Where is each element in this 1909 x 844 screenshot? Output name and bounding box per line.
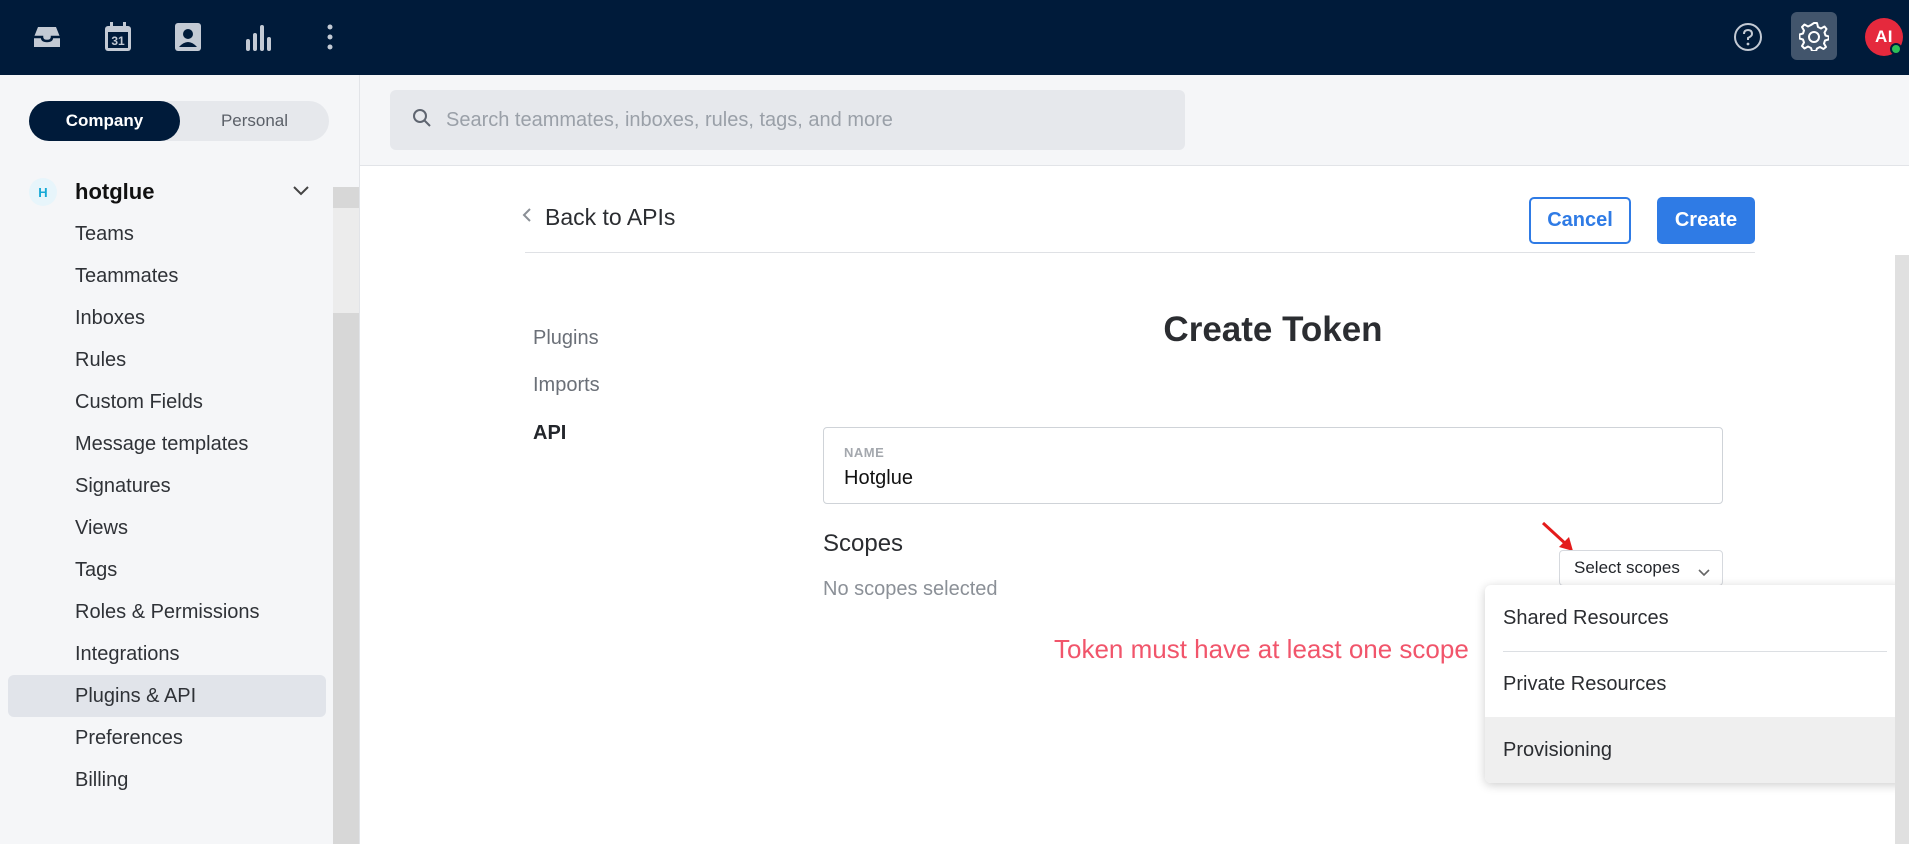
subnav-plugins[interactable]: Plugins (533, 327, 599, 350)
org-name: hotglue (75, 179, 155, 204)
org-badge: H (29, 178, 57, 206)
sidebar-item-rules[interactable]: Rules (8, 339, 326, 381)
help-icon[interactable] (1727, 16, 1769, 58)
back-label: Back to APIs (545, 204, 676, 230)
scope-toggle: Company Personal (29, 101, 329, 141)
back-to-apis-link[interactable]: Back to APIs (522, 204, 675, 231)
settings-icon[interactable] (1791, 12, 1837, 60)
org-header[interactable]: H hotglue (29, 177, 309, 207)
select-scopes-dropdown[interactable]: Select scopes (1559, 550, 1723, 586)
analytics-icon[interactable] (238, 16, 280, 58)
name-field[interactable]: NAME Hotglue (823, 427, 1723, 504)
sidebar-item-message-templates[interactable]: Message templates (8, 423, 326, 465)
name-field-label: NAME (844, 445, 885, 460)
scopes-heading: Scopes (823, 530, 904, 557)
cancel-button[interactable]: Cancel (1529, 197, 1631, 244)
sidebar-item-teammates[interactable]: Teammates (8, 255, 326, 297)
sidebar-item-teams[interactable]: Teams (8, 213, 326, 255)
personal-toggle-button[interactable]: Personal (180, 101, 329, 141)
sidebar-item-roles-permissions[interactable]: Roles & Permissions (8, 591, 326, 633)
sidebar-item-signatures[interactable]: Signatures (8, 465, 326, 507)
search-header (360, 75, 1909, 166)
sidebar-item-billing[interactable]: Billing (8, 759, 326, 801)
sidebar-item-inboxes[interactable]: Inboxes (8, 297, 326, 339)
top-navigation-bar: 31 AI (0, 0, 1909, 75)
subnav-imports[interactable]: Imports (533, 374, 600, 397)
scope-option-provisioning[interactable]: Provisioning (1485, 717, 1905, 783)
chevron-down-icon[interactable] (293, 183, 309, 201)
sidebar-scrollbar-thumb[interactable] (333, 208, 359, 313)
sidebar-item-tags[interactable]: Tags (8, 549, 326, 591)
subnav-api[interactable]: API (533, 422, 566, 445)
sidebar-item-views[interactable]: Views (8, 507, 326, 549)
chevron-down-icon (1698, 562, 1710, 582)
settings-sidebar: Company Personal H hotglue Teams Teammat… (0, 75, 360, 844)
no-scopes-text: No scopes selected (823, 578, 998, 600)
scope-option-private-resources[interactable]: Private Resources (1485, 651, 1905, 717)
scopes-dropdown-menu: Shared Resources Private Resources Provi… (1485, 585, 1905, 783)
header-divider (525, 252, 1755, 253)
online-status-dot (1890, 43, 1902, 55)
company-toggle-button[interactable]: Company (29, 101, 180, 141)
scope-option-shared-resources[interactable]: Shared Resources (1485, 585, 1905, 651)
contacts-icon[interactable] (167, 16, 209, 58)
search-input[interactable] (446, 108, 1146, 132)
name-field-value[interactable]: Hotglue (844, 467, 913, 490)
create-button[interactable]: Create (1657, 197, 1755, 244)
more-icon[interactable] (309, 16, 351, 58)
inbox-icon[interactable] (26, 16, 68, 58)
page-title: Create Token (1163, 310, 1383, 349)
select-scopes-label: Select scopes (1574, 558, 1680, 577)
scope-error-message: Token must have at least one scope (1054, 634, 1469, 664)
chevron-left-icon (522, 208, 531, 227)
sidebar-item-custom-fields[interactable]: Custom Fields (8, 381, 326, 423)
sidebar-item-integrations[interactable]: Integrations (8, 633, 326, 675)
calendar-day: 31 (111, 34, 125, 48)
search-icon (412, 108, 432, 133)
calendar-icon[interactable]: 31 (97, 16, 139, 58)
sidebar-item-plugins-api[interactable]: Plugins & API (8, 675, 326, 717)
search-box[interactable] (390, 90, 1185, 150)
sidebar-item-preferences[interactable]: Preferences (8, 717, 326, 759)
main-scrollbar[interactable] (1895, 255, 1909, 844)
